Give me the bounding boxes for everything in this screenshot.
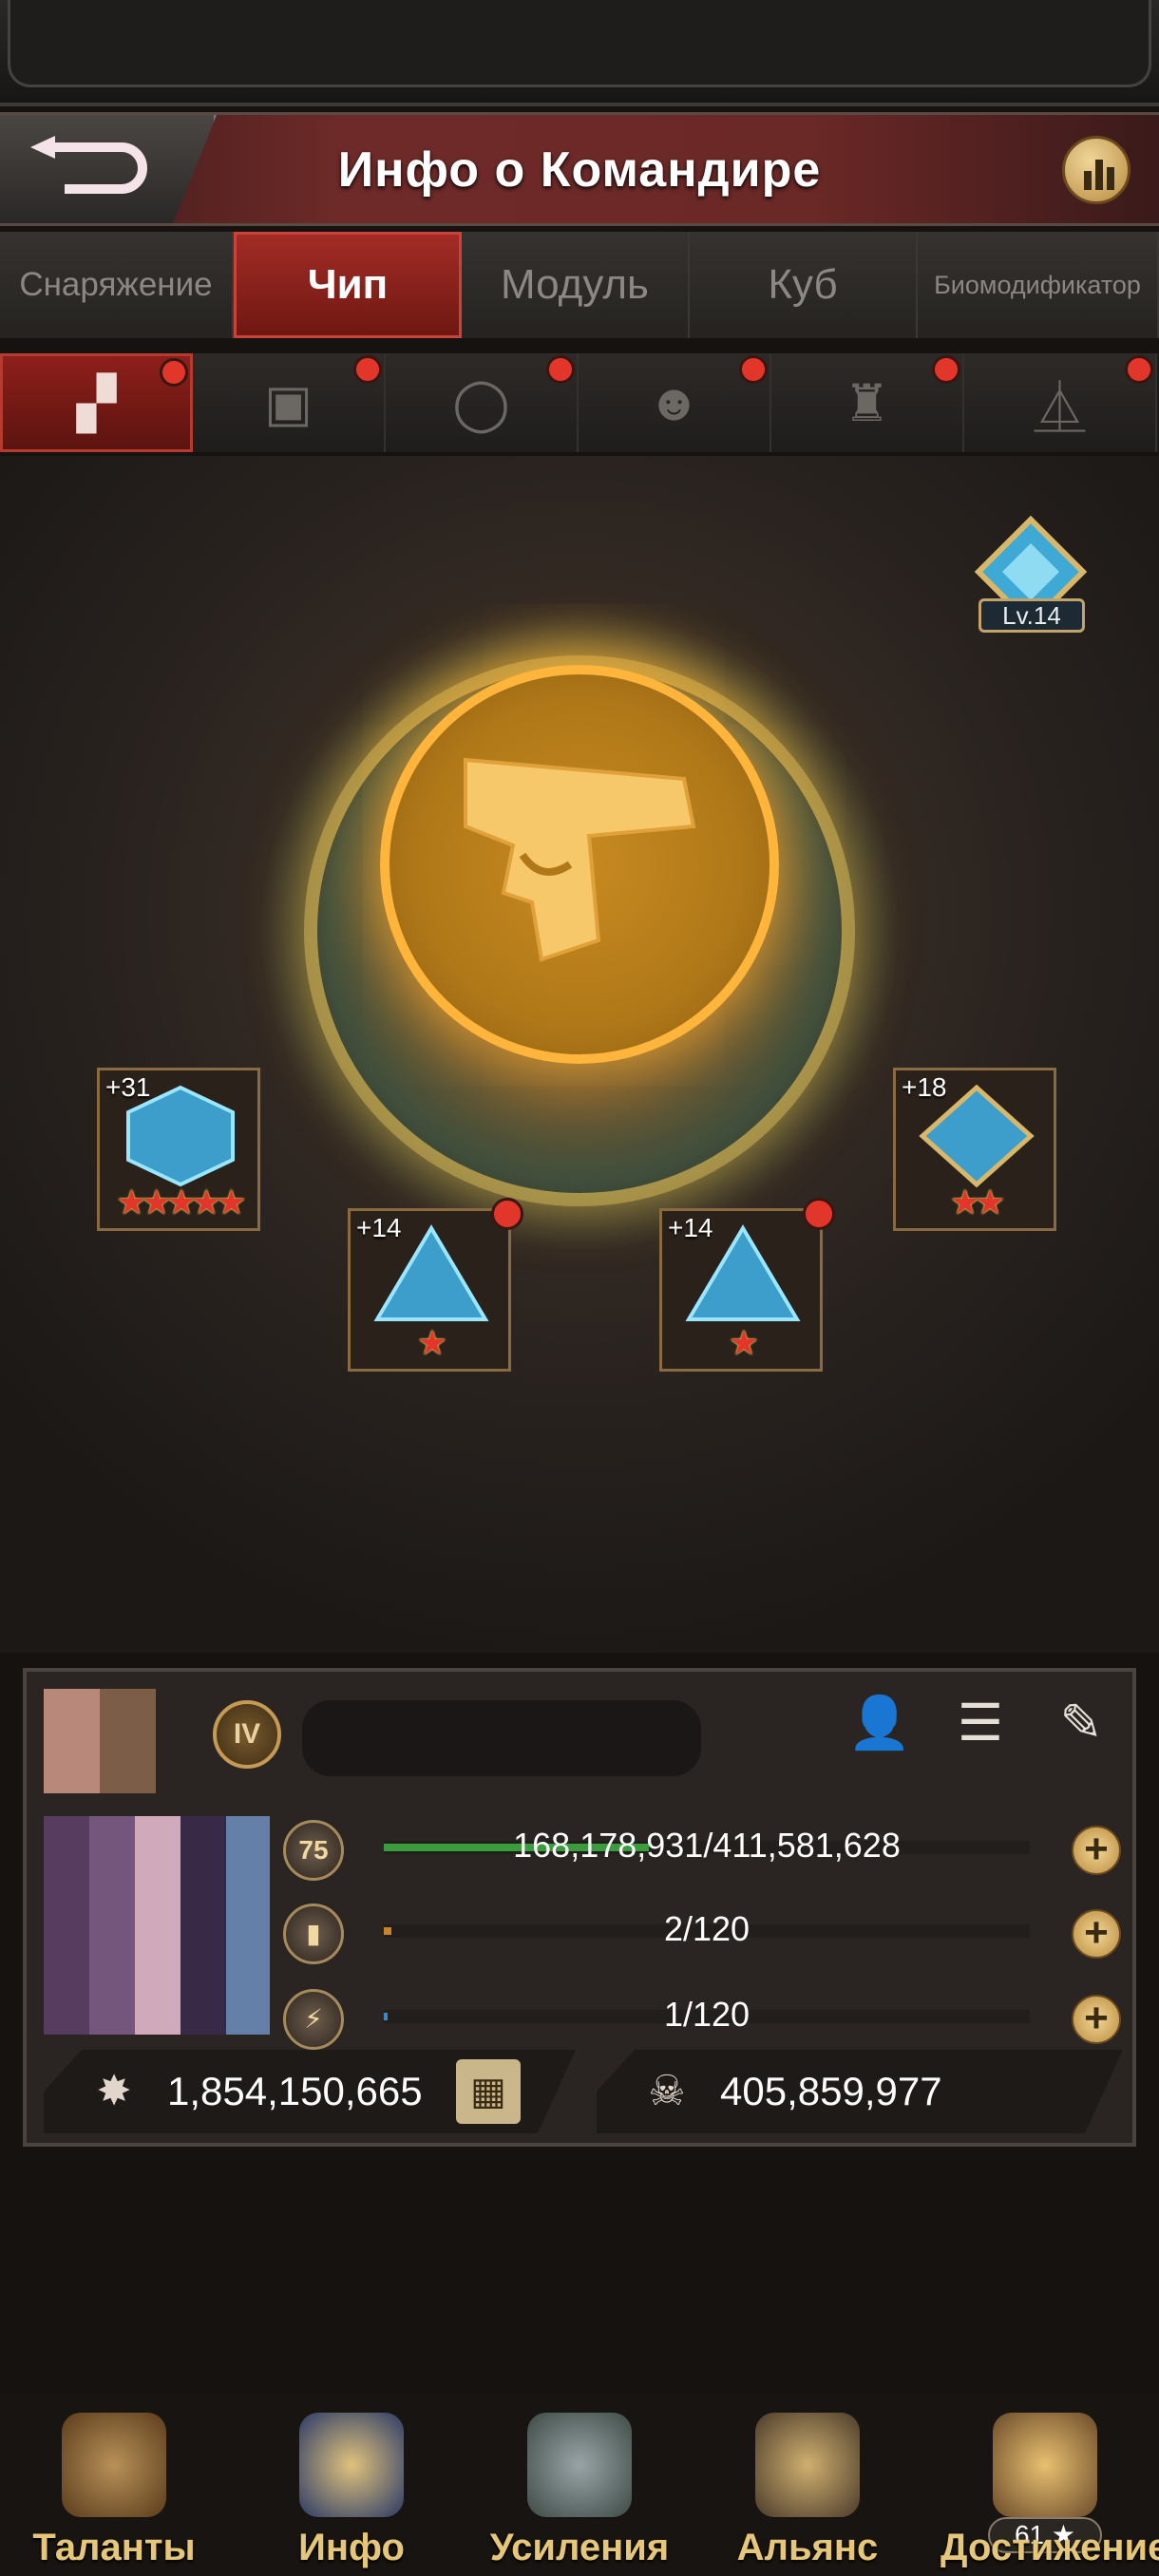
rank-badge: IV: [213, 1700, 281, 1769]
tab-module[interactable]: Модуль: [462, 232, 690, 338]
add-energy-button[interactable]: +: [1072, 1995, 1121, 2044]
gas-mask-icon: ☻: [647, 374, 701, 431]
nav-label: Инфо: [298, 2527, 405, 2568]
list-icon[interactable]: ☰: [948, 1691, 1013, 1755]
pistol-icon: ▞: [76, 374, 117, 432]
power-details-icon[interactable]: ▦: [456, 2059, 521, 2124]
kills-box: ☠ 405,859,977: [597, 2050, 1123, 2133]
nav-info[interactable]: Инфо: [247, 2413, 456, 2576]
hammer-icon: [527, 2413, 632, 2517]
level-badge: 75: [283, 1820, 344, 1881]
notification-dot: [491, 1198, 523, 1230]
slot-gas-mask[interactable]: ☻: [579, 353, 771, 452]
notification-dot: [739, 355, 768, 384]
exp-value: 168,178,931/411,581,628: [513, 1826, 901, 1865]
pistol-icon: [464, 757, 696, 962]
notification-dot: [353, 355, 382, 384]
nav-talents[interactable]: Таланты: [10, 2413, 218, 2576]
power-icon: ✸: [96, 2068, 132, 2114]
slot-vest[interactable]: ▣: [193, 353, 386, 452]
tab-biomodifier[interactable]: Биомодификатор: [918, 232, 1159, 338]
stamina-row: ▮ 2/120 +: [283, 1898, 1121, 1964]
add-stamina-button[interactable]: +: [1072, 1909, 1121, 1959]
commander-profile-icon: [299, 2413, 404, 2517]
chip-plus-value: +14: [356, 1213, 402, 1242]
nav-label: Альянс: [736, 2527, 879, 2568]
add-exp-button[interactable]: +: [1072, 1826, 1121, 1875]
nav-label: Достижение: [940, 2527, 1159, 2568]
chip-level-label: Lv.14: [978, 598, 1085, 633]
bottom-nav: Таланты Инфо Усиления Альянс 61 ★ Достиж…: [0, 2394, 1159, 2576]
chip-plus-value: +31: [105, 1072, 151, 1102]
slot-jacket[interactable]: ♜: [771, 353, 964, 452]
equipment-slot-bar: ▞ ▣ ◯ ☻ ♜ ⏅: [0, 353, 1159, 452]
notification-dot: [1125, 355, 1153, 384]
energy-icon: ⚡: [283, 1989, 344, 2050]
chip-slot-3[interactable]: +14 ★: [659, 1198, 835, 1372]
power-box: ✸ 1,854,150,665 ▦: [44, 2050, 576, 2133]
main-chip-core[interactable]: [380, 665, 779, 1064]
stats-button[interactable]: [1062, 136, 1130, 204]
stamina-icon: ▮: [283, 1904, 344, 1964]
slot-ring[interactable]: ◯: [386, 353, 579, 452]
notification-dot: [803, 1198, 835, 1230]
chip-plus-value: +18: [902, 1072, 947, 1102]
notification-dot: [546, 355, 575, 384]
ring-icon: ◯: [452, 374, 510, 432]
vest-icon: ▣: [263, 374, 314, 432]
lion-trophy-icon: [993, 2413, 1097, 2517]
chip-stage: Lv.14 +31 ★★★★★ +14 ★ +14 ★ +18 ★★: [0, 456, 1159, 1653]
tab-cube[interactable]: Куб: [690, 232, 918, 338]
kills-value: 405,859,977: [720, 2069, 942, 2113]
commander-name-redacted: [302, 1700, 701, 1776]
commander-portrait-blurred[interactable]: [44, 1816, 270, 2035]
chip-slot-2[interactable]: +14 ★: [348, 1198, 523, 1372]
nav-label: Усиления: [489, 2527, 670, 2568]
page-title: Инфо о Командире: [337, 142, 822, 198]
chip-stars: ★: [416, 1323, 447, 1362]
chip-stars: ★★★★★: [116, 1183, 246, 1222]
energy-value: 1/120: [663, 1995, 750, 2034]
wings-icon: [62, 2413, 166, 2517]
tab-chip[interactable]: Чип: [234, 232, 462, 338]
skull-icon: ☠: [648, 2068, 686, 2114]
exp-row: 75 168,178,931/411,581,628 +: [283, 1814, 1121, 1881]
boot-icon: ⏅: [1034, 379, 1086, 437]
commander-info-panel: IV 👤 ☰ ✎ 75 168,178,931/411,581,628 + ▮ …: [23, 1668, 1136, 2147]
slot-pistol[interactable]: ▞: [0, 353, 193, 452]
chip-slot-4[interactable]: +18 ★★: [893, 1068, 1056, 1231]
nav-boosts[interactable]: Усиления: [475, 2413, 684, 2576]
chip-stars: ★: [728, 1323, 759, 1362]
notification-dot: [160, 358, 188, 387]
crossed-swords-icon: [755, 2413, 860, 2517]
nav-alliance[interactable]: Альянс: [703, 2413, 912, 2576]
power-value: 1,854,150,665: [167, 2069, 423, 2113]
user-block-icon[interactable]: 👤: [847, 1691, 912, 1755]
energy-row: ⚡ 1/120 +: [283, 1983, 1121, 2050]
avatar-blurred[interactable]: [44, 1689, 156, 1793]
nav-achievement[interactable]: 61 ★ Достижение: [940, 2413, 1159, 2576]
chip-stars: ★★: [949, 1183, 1006, 1222]
edit-icon[interactable]: ✎: [1049, 1691, 1113, 1755]
tab-equipment[interactable]: Снаряжение: [0, 232, 234, 338]
chip-slot-1[interactable]: +31 ★★★★★: [97, 1068, 260, 1231]
chip-plus-value: +14: [668, 1213, 713, 1242]
jacket-icon: ♜: [844, 374, 890, 432]
slot-boot[interactable]: ⏅: [964, 353, 1157, 452]
bar-chart-icon: [1084, 160, 1114, 190]
tab-bar: Снаряжение Чип Модуль Куб Биомодификатор: [0, 232, 1159, 338]
header-bar: Инфо о Командире: [0, 112, 1159, 226]
notification-dot: [932, 355, 960, 384]
nav-label: Таланты: [32, 2527, 196, 2568]
top-strip: [0, 0, 1159, 106]
stamina-value: 2/120: [663, 1909, 750, 1948]
